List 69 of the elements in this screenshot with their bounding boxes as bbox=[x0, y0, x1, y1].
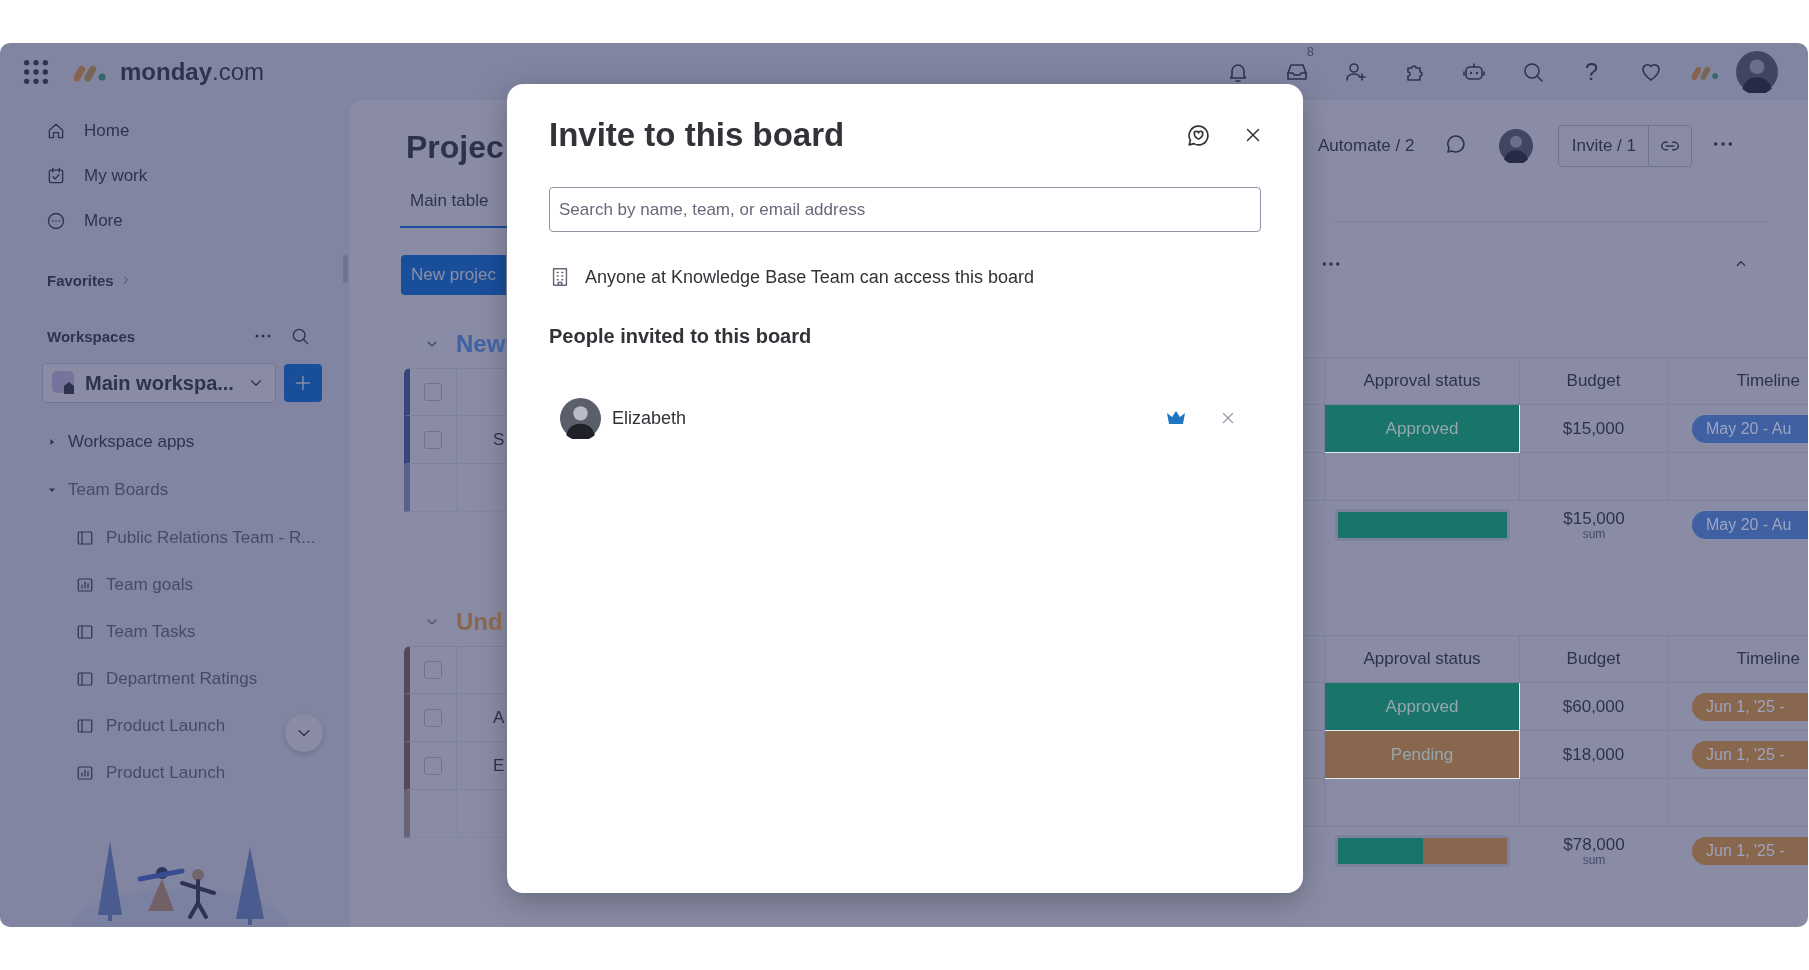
timeline-pill[interactable]: May 20 - Au bbox=[1692, 511, 1808, 539]
nav-item[interactable]: More bbox=[84, 210, 123, 231]
checkbox[interactable] bbox=[424, 708, 442, 727]
chart-icon bbox=[76, 763, 94, 782]
more-icon bbox=[46, 210, 66, 231]
board-item[interactable]: Department Ratings bbox=[106, 668, 258, 689]
checkbox[interactable] bbox=[424, 430, 442, 449]
board-item[interactable]: Product Launch bbox=[106, 715, 226, 736]
search-icon[interactable] bbox=[290, 326, 310, 346]
automate-link[interactable]: Automate / 2 bbox=[1318, 136, 1415, 156]
budget-total: $15,000 bbox=[1563, 510, 1625, 528]
chart-icon bbox=[76, 575, 94, 594]
board-icon bbox=[76, 669, 94, 688]
favorites-header[interactable]: Favorites bbox=[47, 271, 114, 289]
board-icon bbox=[76, 716, 94, 735]
workspace-dropdown[interactable]: Main workspa... bbox=[42, 363, 276, 403]
nav-item[interactable]: My work bbox=[84, 165, 148, 186]
brand-name[interactable]: monday.com bbox=[120, 57, 265, 86]
sum-label: sum bbox=[1582, 854, 1606, 866]
column-header[interactable]: Budget bbox=[1566, 371, 1621, 391]
apps-grid-icon[interactable] bbox=[22, 57, 50, 86]
board-title: Projec bbox=[406, 128, 505, 166]
budget-value: $18,000 bbox=[1562, 744, 1625, 765]
budget-value: $15,000 bbox=[1562, 418, 1625, 439]
item-name[interactable]: A bbox=[493, 707, 505, 728]
budget-value: $60,000 bbox=[1562, 696, 1625, 717]
timeline-pill[interactable]: May 20 - Au bbox=[1692, 414, 1808, 443]
status-cell[interactable]: Approved bbox=[1325, 683, 1520, 731]
group-title[interactable]: New bbox=[456, 330, 506, 358]
dialog-title: Invite to this board bbox=[549, 116, 846, 154]
checkbox[interactable] bbox=[424, 756, 442, 775]
avatar bbox=[560, 397, 601, 439]
tree-item[interactable]: Workspace apps bbox=[68, 432, 195, 452]
status-cell[interactable]: Pending bbox=[1325, 731, 1520, 779]
nav-item[interactable]: Home bbox=[84, 120, 130, 141]
access-note: Anyone at Knowledge Base Team can access this board bbox=[585, 266, 1034, 288]
board-item[interactable]: Product Launch bbox=[106, 762, 226, 783]
column-header[interactable]: Timeline bbox=[1736, 371, 1800, 391]
heart-chat-icon[interactable] bbox=[1186, 122, 1211, 148]
column-header[interactable]: Budget bbox=[1566, 649, 1621, 669]
status-cell[interactable]: Approved bbox=[1325, 405, 1520, 453]
board-item[interactable]: Team Tasks bbox=[106, 621, 196, 642]
budget-total: $78,000 bbox=[1563, 836, 1625, 854]
checkbox[interactable] bbox=[424, 383, 442, 401]
add-button[interactable] bbox=[284, 364, 322, 402]
tree-item[interactable]: Team Boards bbox=[68, 480, 169, 500]
avatar[interactable] bbox=[1499, 129, 1534, 163]
board-icon bbox=[76, 528, 94, 547]
search-field[interactable]: Search by name, team, or email address bbox=[549, 187, 1261, 232]
calendar-check-icon bbox=[46, 165, 66, 186]
board-item[interactable]: Public Relations Team - R... bbox=[106, 527, 316, 548]
workspace-icon bbox=[51, 370, 77, 396]
help-icon[interactable]: ? bbox=[1584, 57, 1599, 86]
workspaces-header: Workspaces bbox=[47, 327, 137, 345]
avatar[interactable] bbox=[1736, 50, 1778, 93]
person-name: Elizabeth bbox=[612, 407, 688, 429]
timeline-pill[interactable]: Jun 1, '25 - bbox=[1692, 692, 1808, 721]
new-item-button[interactable]: New projec bbox=[401, 255, 507, 295]
checkbox[interactable] bbox=[424, 661, 442, 679]
notification-count: 8 bbox=[1306, 43, 1314, 59]
section-heading: People invited to this board bbox=[549, 324, 812, 348]
timeline-pill[interactable]: Jun 1, '25 - bbox=[1692, 740, 1808, 769]
board-item[interactable]: Team goals bbox=[106, 574, 193, 595]
timeline-pill[interactable]: Jun 1, '25 - bbox=[1692, 837, 1808, 865]
column-header[interactable]: Timeline bbox=[1736, 649, 1800, 669]
item-name[interactable]: E bbox=[493, 755, 505, 776]
item-name[interactable]: S bbox=[493, 429, 505, 450]
sum-label: sum bbox=[1582, 528, 1606, 540]
board-icon bbox=[76, 622, 94, 641]
